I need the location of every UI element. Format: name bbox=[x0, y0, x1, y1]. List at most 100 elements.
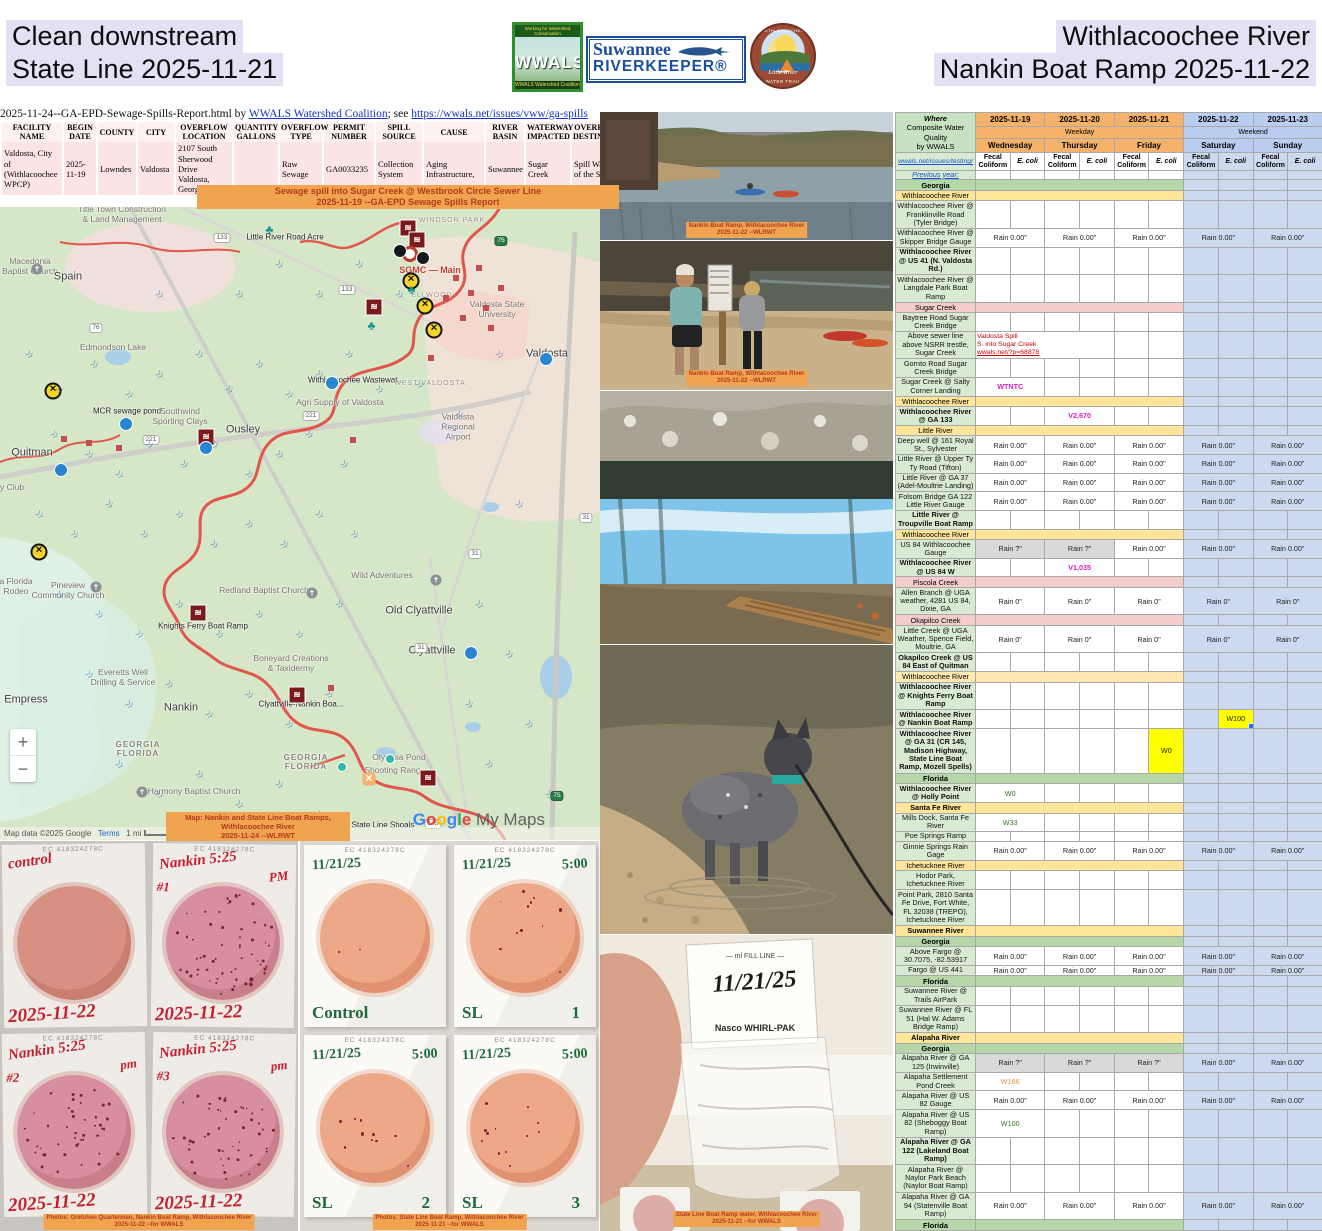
google-my-maps-logo: Google My Maps bbox=[413, 810, 545, 830]
table-row: Withlacoochee River bbox=[896, 672, 1322, 683]
value-cell: Rain 0.00" bbox=[1114, 1091, 1183, 1110]
riverkeeper-word2: RIVERKEEPER® bbox=[593, 58, 739, 75]
composite-screenshot: Clean downstream State Line 2025-11-21 W… bbox=[0, 0, 1322, 1231]
spill-cell: Valdosta, City of (Withlacoochee WPCP) bbox=[1, 142, 63, 195]
date-header: 2025-11-20 bbox=[1045, 113, 1114, 127]
colony-speck bbox=[98, 1153, 100, 1155]
map-overlay-line1: Map: Nankin and State Line Boat Ramps, W… bbox=[168, 813, 348, 831]
section-band bbox=[976, 773, 1184, 784]
table-row: Above Fargo @ 30.7075, -82.53917Rain 0.0… bbox=[896, 947, 1322, 966]
colony-speck bbox=[251, 1112, 253, 1114]
colony-speck bbox=[264, 924, 266, 926]
spill-col-header: OVERFLOW LOCATION bbox=[175, 122, 233, 142]
colony-speck bbox=[185, 936, 188, 939]
site-label: Alapaha Settlement Pond Creek bbox=[896, 1072, 976, 1091]
value-cell: Rain 0.00" bbox=[1114, 947, 1183, 966]
plate-num: #2 bbox=[6, 1070, 19, 1086]
plate-date: 2025-11-22 bbox=[7, 1189, 96, 1217]
section-band bbox=[976, 190, 1184, 201]
colony-speck bbox=[241, 1175, 243, 1177]
section-band bbox=[976, 976, 1184, 987]
railroad-crossing-icon: ✕ bbox=[426, 322, 443, 339]
building-marker bbox=[468, 290, 474, 296]
highlighted-value-cell[interactable]: W0 bbox=[1149, 728, 1184, 773]
map-label: WINDSOR PARK bbox=[419, 217, 485, 225]
map-label: Title Town Construction & Land Managemen… bbox=[78, 207, 166, 225]
ga-spills-link[interactable]: https://wwals.net/issues/vww/ga-spills bbox=[411, 108, 588, 120]
testing-link[interactable]: wwals.net/issues/testing/ bbox=[898, 158, 973, 165]
table-row: Little River @ Troupville Boat Ramp bbox=[896, 510, 1322, 529]
section-band bbox=[976, 577, 1184, 588]
value-cell: Rain 0.00" bbox=[1253, 1054, 1322, 1073]
zoom-in-button[interactable]: + bbox=[10, 729, 36, 756]
highlighted-value-cell[interactable]: W100 bbox=[1218, 710, 1253, 729]
colony-speck bbox=[43, 1154, 46, 1157]
photo5-caption: State Line Boat Ramp water, Withlacooche… bbox=[673, 1211, 820, 1227]
plate-date: 11/21/25 bbox=[462, 1046, 512, 1065]
map-copyright: Map data ©2025 Google bbox=[4, 829, 91, 838]
site-label: Baytree Road Sugar Creek Bridge bbox=[896, 313, 976, 332]
table-row: Alapaha Settlement Pond CreekW166 bbox=[896, 1072, 1322, 1091]
colony-speck bbox=[108, 1103, 111, 1106]
wwals-coalition-link[interactable]: WWALS Watershed Coalition bbox=[249, 108, 388, 120]
whirlpak-fill-line-text: — ml FILL LINE — bbox=[695, 953, 815, 960]
section-label: Alapaha River bbox=[896, 1033, 976, 1044]
map-label: Ousley bbox=[226, 424, 260, 437]
zoom-out-button[interactable]: − bbox=[10, 756, 36, 782]
map-label: GEORGIA FLORIDA bbox=[116, 740, 161, 758]
table-row: Little River @ Upper Ty Ty Road (Tifton)… bbox=[896, 454, 1322, 473]
spill-col-header: FACILITY NAME bbox=[1, 122, 63, 142]
colony-speck bbox=[106, 1118, 109, 1121]
colony-speck bbox=[231, 988, 234, 991]
plate-date: 2025-11-22 bbox=[155, 1001, 243, 1026]
building-marker bbox=[116, 445, 122, 451]
map-label: Macedonia Baptist Church bbox=[2, 257, 58, 277]
colony-speck bbox=[244, 983, 247, 986]
colony-speck bbox=[242, 1127, 245, 1130]
fecal-coliform-header: FecalColiform bbox=[1253, 153, 1288, 170]
site-label: Alapaha River @ US 82 (Sheboggy Boat Ram… bbox=[896, 1110, 976, 1137]
site-label: Withlacoochee River @ Knights Ferry Boat… bbox=[896, 682, 976, 709]
spill-col-header: CITY bbox=[137, 122, 175, 142]
day-header: Thursday bbox=[1045, 138, 1114, 152]
header-left-line1: Clean downstream bbox=[6, 20, 243, 53]
petri-right-caption: Photos: State Line Boat Ramp, Withlacooc… bbox=[372, 1214, 526, 1230]
section-label: Okapilco Creek bbox=[896, 615, 976, 626]
google-my-map: Macedonia Baptist Church Title Town Const… bbox=[0, 207, 600, 840]
value-cell: Rain 0" bbox=[1114, 625, 1183, 652]
map-terms-link[interactable]: Terms bbox=[98, 829, 120, 838]
map-label: MCR sewage pond bbox=[93, 406, 161, 415]
plate-code: EC 418324278C bbox=[304, 1035, 446, 1044]
selection-handle[interactable] bbox=[1248, 723, 1254, 729]
map-label: Wild Adventures bbox=[351, 571, 412, 581]
value-cell: Rain 0.00" bbox=[1114, 492, 1183, 511]
value-cell: W100 bbox=[976, 1110, 1045, 1137]
plate-code: EC 418324278C bbox=[304, 845, 446, 854]
colony-speck bbox=[238, 894, 240, 896]
section-label: Florida bbox=[896, 1220, 976, 1231]
header-right: Withlacoochee River Nankin Boat Ramp 202… bbox=[934, 20, 1316, 86]
value-cell: Rain 0.00" bbox=[1253, 492, 1322, 511]
site-label: Little River @ GA 37 (Adel-Moultrie Land… bbox=[896, 473, 976, 492]
table-row: Alapaha River @ Naylor Park Beach (Naylo… bbox=[896, 1165, 1322, 1192]
table-row: Sugar Creek bbox=[896, 302, 1322, 313]
colony-speck bbox=[217, 1109, 219, 1111]
petri-card: EC 418324278C11/21/255:00SL1 bbox=[454, 845, 596, 1027]
colony-speck bbox=[338, 951, 340, 953]
previous-year-link[interactable]: Previous year: bbox=[912, 170, 959, 179]
header-left: Clean downstream State Line 2025-11-21 bbox=[6, 20, 283, 86]
camera-marker-icon bbox=[416, 251, 430, 265]
plate-label2: PM bbox=[268, 868, 289, 886]
site-label: Withlacoochee River @ Franklinville Road… bbox=[896, 201, 976, 228]
value-cell: Rain 0.00" bbox=[976, 473, 1045, 492]
table-row: Piscola Creek bbox=[896, 577, 1322, 588]
fecal-coliform-header: FecalColiform bbox=[976, 153, 1011, 170]
colony-speck bbox=[215, 982, 217, 984]
petri-dishes-nankin: EC 418324278Ccontrol2025-11-22EC 4183242… bbox=[0, 841, 298, 1231]
colony-speck bbox=[248, 1173, 250, 1175]
colony-speck bbox=[229, 900, 232, 903]
colony-speck bbox=[263, 967, 266, 970]
spill-note: Valdosta SpillS. into Sugar Creekwwals.n… bbox=[976, 331, 1115, 358]
table-row: Georgia bbox=[896, 936, 1322, 947]
value-cell: Rain 0.00" bbox=[1045, 947, 1114, 966]
